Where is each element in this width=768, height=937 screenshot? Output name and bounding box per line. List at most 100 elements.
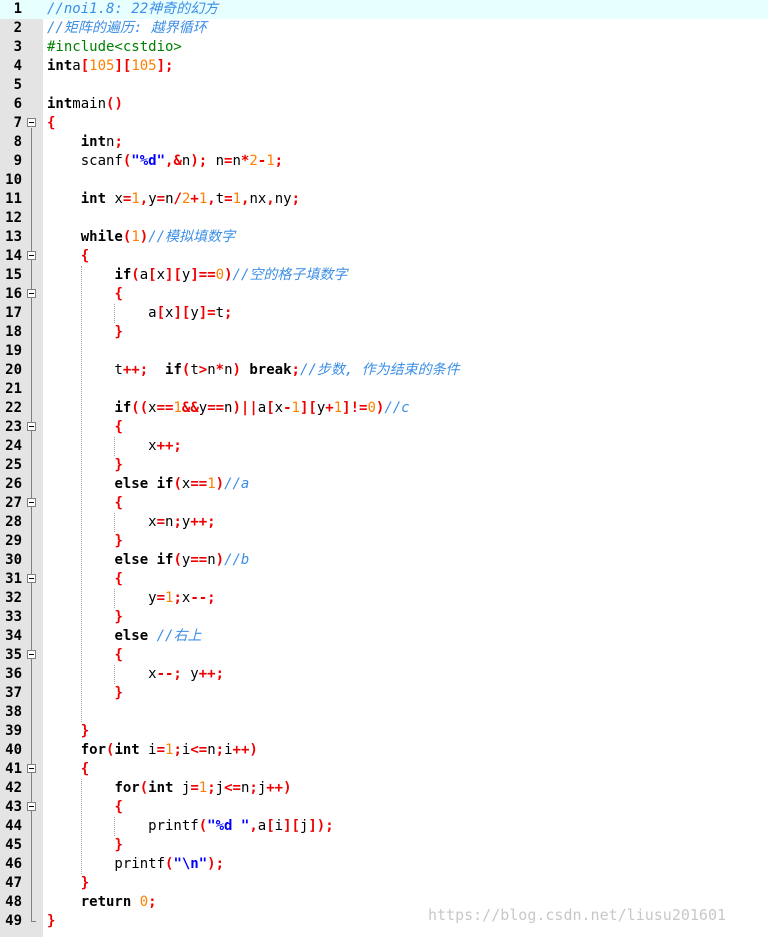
code-line[interactable]: 35 { — [0, 646, 768, 665]
code-token: int — [114, 742, 140, 758]
code-line[interactable]: 37 } — [0, 684, 768, 703]
code-editor[interactable]: 1 //noi1.8: 22神奇的幻方 2 //矩阵的遍历: 越界循环 3 #includ… — [0, 0, 768, 937]
code-line[interactable]: 41 { — [0, 760, 768, 779]
line-number: 42 — [5, 780, 22, 796]
code-line[interactable]: 26 else if(x==1)//a — [0, 475, 768, 494]
code-text: } — [47, 608, 122, 627]
code-line[interactable]: 12 — [0, 209, 768, 228]
code-token: == — [156, 400, 174, 416]
code-line[interactable]: 13 while(1)//模拟填数字 — [0, 228, 768, 247]
code-token: 1 — [232, 191, 241, 207]
code-line[interactable]: 39 } — [0, 722, 768, 741]
code-token: x — [274, 400, 284, 416]
code-token: for — [114, 780, 140, 796]
fold-toggle-icon[interactable] — [27, 802, 36, 811]
fold-toggle-icon[interactable] — [27, 422, 36, 431]
code-text: { — [47, 285, 123, 304]
code-line[interactable]: 9 scanf("%d",&n); n=n*2-1; — [0, 152, 768, 171]
code-text: //noi1.8: 22神奇的幻方 — [47, 0, 218, 19]
code-token: ( — [198, 818, 208, 834]
code-line[interactable]: 21 — [0, 380, 768, 399]
code-line[interactable]: 8 intn; — [0, 133, 768, 152]
code-line[interactable]: 31 { — [0, 570, 768, 589]
fold-toggle-icon[interactable] — [27, 118, 36, 127]
code-line[interactable]: 11 int x=1,y=n/2+1,t=1,nx,ny; — [0, 190, 768, 209]
code-line[interactable]: 30 else if(y==n)//b — [0, 551, 768, 570]
code-text: printf("\n"); — [47, 855, 224, 874]
code-token: "%d" — [131, 153, 166, 169]
code-text: } — [47, 684, 122, 703]
fold-toggle-icon[interactable] — [27, 650, 36, 659]
fold-toggle-icon[interactable] — [27, 289, 36, 298]
code-token: ][ — [283, 818, 300, 834]
code-token: t — [47, 362, 123, 378]
code-token: ][ — [114, 58, 132, 74]
code-token: //空的格子填数字 — [232, 267, 348, 283]
code-line[interactable]: 2 //矩阵的遍历: 越界循环 — [0, 19, 768, 38]
watermark: https://blog.csdn.net/liusu201601 — [428, 906, 727, 924]
code-line[interactable]: 7{ — [0, 114, 768, 133]
code-line[interactable]: 3 #include<cstdio> — [0, 38, 768, 57]
code-line[interactable]: 34 else //右上 — [0, 627, 768, 646]
code-text: inta[105][105]; — [47, 57, 173, 76]
line-number: 33 — [5, 609, 22, 625]
code-token: 105 — [131, 58, 157, 74]
fold-toggle-icon[interactable] — [27, 574, 36, 583]
code-line[interactable]: 29 } — [0, 532, 768, 551]
code-line[interactable]: 20 t++; if(t>n*n) break;//步数, 作为结束的条件 — [0, 361, 768, 380]
code-token: () — [106, 96, 123, 112]
code-token: n — [232, 153, 241, 169]
code-token: ]; — [156, 58, 174, 74]
code-line[interactable]: 43 { — [0, 798, 768, 817]
code-line[interactable]: 33 } — [0, 608, 768, 627]
code-token: a — [47, 305, 157, 321]
code-line[interactable]: 42 for(int j=1;j<=n;j++) — [0, 779, 768, 798]
code-token: ) — [224, 267, 233, 283]
fold-toggle-icon[interactable] — [27, 764, 36, 773]
code-line[interactable]: 6 intmain() — [0, 95, 768, 114]
code-line[interactable]: 15 if(a[x][y]==0)//空的格子填数字 — [0, 266, 768, 285]
code-token: t — [190, 362, 199, 378]
code-token: ]!= — [342, 400, 368, 416]
code-line[interactable]: 25 } — [0, 456, 768, 475]
code-line[interactable]: 1 //noi1.8: 22神奇的幻方 — [0, 0, 768, 19]
code-token: i — [139, 742, 157, 758]
code-token: } — [114, 533, 123, 549]
code-token: n — [165, 191, 174, 207]
code-line[interactable]: 16 { — [0, 285, 768, 304]
line-number: 14 — [5, 248, 22, 264]
code-line[interactable]: 5 — [0, 76, 768, 95]
code-line[interactable]: 4 inta[105][105]; — [0, 57, 768, 76]
code-line[interactable]: 47 } — [0, 874, 768, 893]
line-number: 3 — [13, 39, 22, 55]
code-line[interactable]: 45 } — [0, 836, 768, 855]
code-line[interactable]: 46 printf("\n"); — [0, 855, 768, 874]
code-token: ++; — [122, 362, 149, 378]
code-line[interactable]: 10 — [0, 171, 768, 190]
code-line[interactable]: 19 — [0, 342, 768, 361]
code-line[interactable]: 38 — [0, 703, 768, 722]
code-token: { — [114, 495, 123, 511]
code-text: while(1)//模拟填数字 — [47, 228, 235, 247]
fold-toggle-icon[interactable] — [27, 251, 36, 260]
code-line[interactable]: 23 { — [0, 418, 768, 437]
code-line[interactable]: 27 { — [0, 494, 768, 513]
code-token: = — [224, 191, 233, 207]
indent-guide — [114, 437, 116, 456]
code-line[interactable]: 14 { — [0, 247, 768, 266]
code-line[interactable]: 18 } — [0, 323, 768, 342]
code-line[interactable]: 40 for(int i=1;i<=n;i++) — [0, 741, 768, 760]
code-token: ++) — [232, 742, 258, 758]
code-token: { — [114, 286, 123, 302]
code-token: y — [198, 400, 208, 416]
fold-toggle-icon[interactable] — [27, 498, 36, 507]
code-token: == — [190, 552, 208, 568]
line-number: 38 — [5, 704, 22, 720]
code-token: * — [215, 362, 225, 378]
code-line[interactable]: 22 if((x==1&&y==n)||a[x-1][y+1]!=0)//c — [0, 399, 768, 418]
